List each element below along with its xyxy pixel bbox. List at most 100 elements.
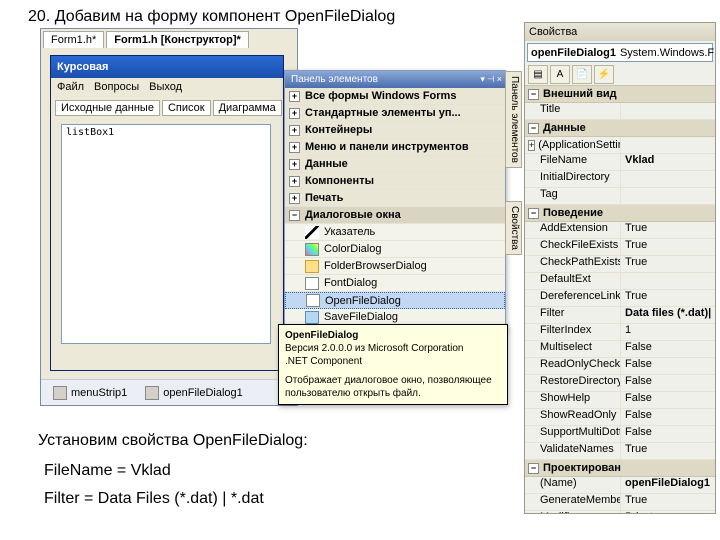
prop-value[interactable]: False bbox=[621, 341, 715, 357]
tab-designer[interactable]: Form1.h [Конструктор]* bbox=[106, 31, 249, 48]
prop-design-1[interactable]: GenerateMembeTrue bbox=[525, 494, 715, 511]
cat-design[interactable]: −Проектирован bbox=[525, 460, 715, 477]
tray-menustrip[interactable]: menuStrip1 bbox=[53, 386, 127, 400]
cat-standard[interactable]: +Стандартные элементы уп... bbox=[285, 105, 505, 122]
events-button[interactable]: ⚡ bbox=[594, 65, 614, 84]
prop-value[interactable]: True bbox=[621, 494, 715, 510]
prop-value[interactable]: openFileDialog1 bbox=[621, 477, 715, 493]
toolbox-dropdown-icon[interactable]: ▾ bbox=[480, 74, 485, 85]
sidetab-toolbox[interactable]: Панель элементов bbox=[505, 71, 522, 168]
item-pointer[interactable]: Указатель bbox=[285, 224, 505, 241]
item-folderbrowser[interactable]: FolderBrowserDialog bbox=[285, 258, 505, 275]
cat-components[interactable]: +Компоненты bbox=[285, 173, 505, 190]
item-openfiledialog[interactable]: OpenFileDialog bbox=[285, 292, 505, 309]
form-designer-window: Form1.h* Form1.h [Конструктор]* Курсовая… bbox=[40, 28, 298, 406]
prop-name: Filter bbox=[525, 307, 621, 323]
cat-data[interactable]: +Данные bbox=[285, 156, 505, 173]
prop-value[interactable]: False bbox=[621, 426, 715, 442]
prop-value[interactable] bbox=[621, 103, 715, 119]
item-colordialog[interactable]: ColorDialog bbox=[285, 241, 505, 258]
prop-value[interactable] bbox=[621, 137, 715, 153]
toolbox-close-icon[interactable]: × bbox=[497, 74, 502, 85]
properties-object-select[interactable]: openFileDialog1 System.Windows.F bbox=[527, 43, 713, 62]
cat-dialogs[interactable]: −Диалоговые окна bbox=[285, 207, 505, 224]
prop-value[interactable]: 1 bbox=[621, 324, 715, 340]
cat-print[interactable]: +Печать bbox=[285, 190, 505, 207]
cat-data[interactable]: −Данные bbox=[525, 120, 715, 137]
cat-label: Компоненты bbox=[305, 175, 374, 187]
apptab-source[interactable]: Исходные данные bbox=[55, 100, 160, 116]
prop-behavior-2[interactable]: CheckPathExistsTrue bbox=[525, 256, 715, 273]
prop-value[interactable]: False bbox=[621, 358, 715, 374]
prop-behavior-11[interactable]: ShowReadOnlyFalse bbox=[525, 409, 715, 426]
prop-value[interactable]: Data files (*.dat)| bbox=[621, 307, 715, 323]
sidetab-properties[interactable]: Свойства bbox=[505, 201, 522, 255]
prop-appsettings[interactable]: +(ApplicationSettin bbox=[525, 137, 715, 154]
prop-value[interactable]: Private bbox=[621, 511, 715, 513]
cat-behavior[interactable]: −Поведение bbox=[525, 205, 715, 222]
prop-name: ReadOnlyChecke bbox=[525, 358, 621, 374]
prop-value[interactable] bbox=[621, 171, 715, 187]
prop-name: AddExtension bbox=[525, 222, 621, 238]
prop-value[interactable]: False bbox=[621, 375, 715, 391]
prop-behavior-6[interactable]: FilterIndex1 bbox=[525, 324, 715, 341]
apptab-list[interactable]: Список bbox=[162, 100, 211, 116]
cat-menus[interactable]: +Меню и панели инструментов bbox=[285, 139, 505, 156]
prop-behavior-0[interactable]: AddExtensionTrue bbox=[525, 222, 715, 239]
tray-openfiledialog[interactable]: openFileDialog1 bbox=[145, 386, 243, 400]
prop-behavior-4[interactable]: DereferenceLinksTrue bbox=[525, 290, 715, 307]
object-name: openFileDialog1 bbox=[531, 47, 616, 59]
apptab-chart[interactable]: Диаграмма bbox=[213, 100, 282, 116]
font-icon bbox=[305, 277, 319, 290]
ofd-icon bbox=[145, 386, 159, 400]
toolbox-pin-icon[interactable]: ⊣ bbox=[487, 74, 495, 85]
prop-behavior-8[interactable]: ReadOnlyCheckeFalse bbox=[525, 358, 715, 375]
prop-value[interactable]: True bbox=[621, 222, 715, 238]
item-label: FolderBrowserDialog bbox=[324, 260, 427, 272]
prop-behavior-10[interactable]: ShowHelpFalse bbox=[525, 392, 715, 409]
prop-value[interactable]: True bbox=[621, 290, 715, 306]
prop-title[interactable]: Title bbox=[525, 103, 715, 120]
prop-value[interactable]: True bbox=[621, 256, 715, 272]
cat-appearance[interactable]: −Внешний вид bbox=[525, 86, 715, 103]
menu-exit[interactable]: Выход bbox=[149, 81, 182, 93]
cat-label: Печать bbox=[305, 192, 343, 204]
prop-value[interactable] bbox=[621, 273, 715, 289]
item-label: ColorDialog bbox=[324, 243, 381, 255]
prop-behavior-12[interactable]: SupportMultiDottFalse bbox=[525, 426, 715, 443]
tooltip-title: OpenFileDialog bbox=[285, 329, 501, 342]
prop-behavior-13[interactable]: ValidateNamesTrue bbox=[525, 443, 715, 460]
prop-behavior-5[interactable]: FilterData files (*.dat)| bbox=[525, 307, 715, 324]
prop-value[interactable]: False bbox=[621, 409, 715, 425]
menu-file[interactable]: Файл bbox=[57, 81, 84, 93]
prop-value[interactable]: Vklad bbox=[621, 154, 715, 170]
cat-containers[interactable]: +Контейнеры bbox=[285, 122, 505, 139]
properties-title: Свойства bbox=[525, 23, 715, 41]
prop-tag[interactable]: Tag bbox=[525, 188, 715, 205]
alphabetical-button[interactable]: A bbox=[550, 65, 570, 84]
expand-icon: + bbox=[289, 91, 300, 102]
prop-behavior-7[interactable]: MultiselectFalse bbox=[525, 341, 715, 358]
prop-value[interactable]: False bbox=[621, 392, 715, 408]
prop-design-2[interactable]: ModifiersPrivate bbox=[525, 511, 715, 513]
prop-value[interactable]: True bbox=[621, 239, 715, 255]
listbox-control[interactable]: listBox1 bbox=[61, 124, 271, 344]
cat-all-forms[interactable]: +Все формы Windows Forms bbox=[285, 88, 505, 105]
tab-formh[interactable]: Form1.h* bbox=[43, 31, 104, 48]
menu-questions[interactable]: Вопросы bbox=[94, 81, 139, 93]
item-fontdialog[interactable]: FontDialog bbox=[285, 275, 505, 292]
prop-value[interactable] bbox=[621, 188, 715, 204]
prop-behavior-1[interactable]: CheckFileExistsTrue bbox=[525, 239, 715, 256]
categorized-button[interactable]: ▤ bbox=[528, 65, 548, 84]
page-subtext: Установим свойства OpenFileDialog: bbox=[38, 432, 308, 450]
prop-filename[interactable]: FileNameVklad bbox=[525, 154, 715, 171]
prop-design-0[interactable]: (Name)openFileDialog1 bbox=[525, 477, 715, 494]
properties-toolbar: ▤ A 📄 ⚡ bbox=[525, 64, 715, 86]
prop-behavior-9[interactable]: RestoreDirectoryFalse bbox=[525, 375, 715, 392]
prop-value[interactable]: True bbox=[621, 443, 715, 459]
properties-button[interactable]: 📄 bbox=[572, 65, 592, 84]
prop-behavior-3[interactable]: DefaultExt bbox=[525, 273, 715, 290]
prop-name: Tag bbox=[525, 188, 621, 204]
assign-filename: FileName = Vklad bbox=[44, 462, 171, 480]
prop-initialdirectory[interactable]: InitialDirectory bbox=[525, 171, 715, 188]
